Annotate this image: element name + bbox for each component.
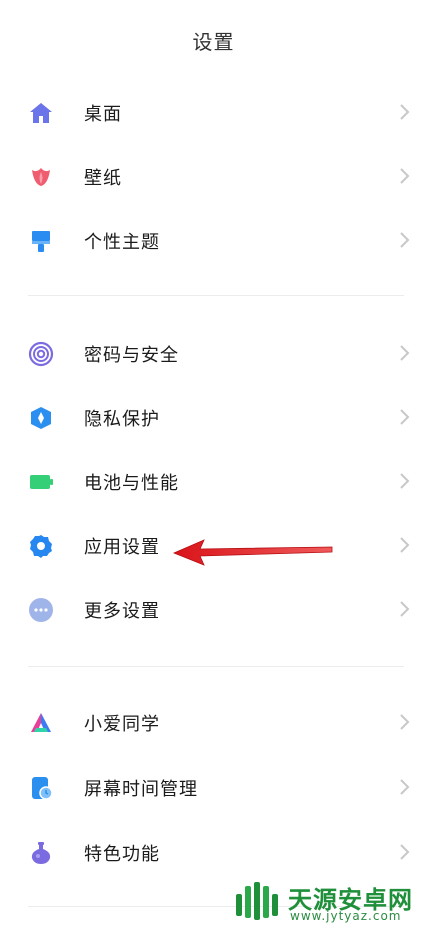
settings-item-label: 更多设置 [84,601,160,622]
settings-item-privacy[interactable]: 隐私保护 [0,385,427,449]
settings-item-wallpaper[interactable]: 壁纸 [0,144,427,208]
flask-icon [31,842,51,864]
settings-item-desktop[interactable]: 桌面 [0,80,427,144]
battery-icon [30,475,53,489]
chevron-right-icon [400,601,410,617]
settings-item-xiaoai[interactable]: 小爱同学 [0,690,427,754]
chevron-right-icon [400,844,410,860]
settings-item-label: 应用设置 [84,537,160,558]
chevron-right-icon [400,345,410,361]
screen-time-icon [32,777,53,800]
settings-item-battery[interactable]: 电池与性能 [0,449,427,513]
settings-item-special-features[interactable]: 特色功能 [0,820,427,884]
gear-icon [30,535,52,558]
chevron-right-icon [400,473,410,489]
settings-item-label: 电池与性能 [84,473,179,494]
privacy-shield-icon [31,407,51,429]
watermark-url: www.jytyaz.com [290,909,402,923]
chevron-right-icon [400,779,410,795]
page-title: 设置 [192,30,235,54]
chevron-right-icon [400,409,410,425]
chevron-right-icon [400,104,410,120]
settings-item-label: 屏幕时间管理 [84,779,198,800]
settings-item-label: 壁纸 [84,168,122,189]
group-divider [28,295,404,296]
settings-item-label: 隐私保护 [84,409,160,430]
watermark-logo-icon [236,882,278,920]
settings-item-password-security[interactable]: 密码与安全 [0,321,427,385]
fingerprint-icon [28,341,54,367]
xiaoai-icon [31,713,51,732]
more-dots-icon [29,598,53,622]
annotation-arrow-icon [172,539,333,566]
tulip-icon [32,168,50,186]
chevron-right-icon [400,714,410,730]
settings-item-screen-time[interactable]: 屏幕时间管理 [0,755,427,819]
settings-item-themes[interactable]: 个性主题 [0,208,427,272]
settings-item-more-settings[interactable]: 更多设置 [0,577,427,641]
chevron-right-icon [400,232,410,248]
settings-item-label: 桌面 [84,104,122,125]
chevron-right-icon [400,168,410,184]
paintbrush-icon [32,231,50,252]
group-divider [28,666,404,667]
watermark: 天源安卓网 www.jytyaz.com [232,878,422,926]
settings-item-label: 特色功能 [84,844,160,865]
settings-item-label: 个性主题 [84,232,160,253]
settings-item-label: 小爱同学 [84,714,160,735]
home-icon [30,103,52,123]
settings-item-label: 密码与安全 [84,345,179,366]
chevron-right-icon [400,537,410,553]
